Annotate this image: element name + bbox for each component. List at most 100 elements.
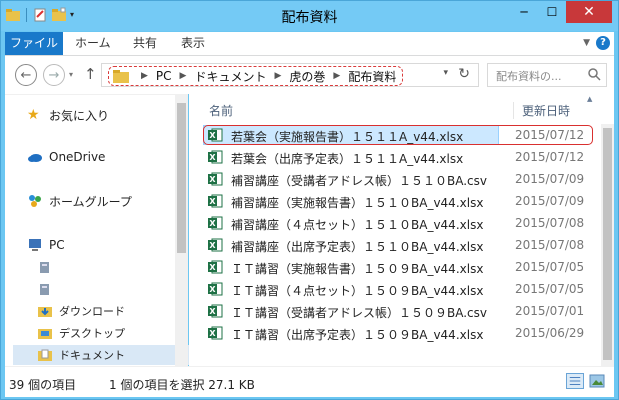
file-row[interactable]: X 補習講座（実施報告書）１５１０BA_v44.xlsx 2015/07/09 bbox=[189, 190, 599, 212]
tab-file[interactable]: ファイル bbox=[5, 32, 63, 55]
file-row[interactable]: X ＩＴ講習（実施報告書）１５０９BA_v44.xlsx 2015/07/05 bbox=[189, 256, 599, 278]
computer-icon bbox=[29, 239, 41, 251]
breadcrumb-pc[interactable]: PC bbox=[156, 69, 172, 83]
file-date: 2015/07/09 bbox=[515, 194, 585, 208]
drive-icon bbox=[40, 284, 49, 295]
file-name: 若葉会（出席予定表）１５１１A_v44.xlsx bbox=[231, 152, 464, 166]
download-folder-icon bbox=[38, 307, 52, 317]
nav-scrollbar-thumb[interactable] bbox=[177, 103, 186, 253]
file-row[interactable]: X ＩＴ講習（受講者アドレス帳）１５０９BA.csv 2015/07/01 bbox=[189, 300, 599, 322]
column-date-modified[interactable]: 更新日時 bbox=[513, 102, 570, 119]
nav-drive-2[interactable] bbox=[37, 279, 59, 299]
breadcrumb-chevron-icon: ▶ bbox=[274, 71, 282, 81]
file-row[interactable]: X 若葉会（実施報告書）１５１１A_v44.xlsx 2015/07/12 bbox=[189, 124, 599, 146]
tab-home[interactable]: ホーム bbox=[75, 32, 111, 55]
explorer-window: ▾ 配布資料 ─ ☐ ✕ ファイル ホーム 共有 表示 ▼ ? ← → ▾ ↑ … bbox=[0, 0, 619, 400]
file-list: X 若葉会（実施報告書）１５１１A_v44.xlsx 2015/07/12 X 若葉会（… bbox=[189, 124, 599, 344]
folder-icon bbox=[113, 70, 129, 83]
navigation-bar: ← → ▾ ↑ ▶ PC ▶ ドキュメント ▶ 虎の巻 ▶ 配布資料 ▾ ↻ 配… bbox=[5, 56, 614, 94]
file-row[interactable]: X ＩＴ講習（４点セット）１５０９BA_v44.xlsx 2015/07/05 bbox=[189, 278, 599, 300]
up-arrow-icon[interactable]: ↑ bbox=[84, 65, 97, 83]
help-icon[interactable]: ? bbox=[596, 36, 610, 50]
file-date: 2015/07/05 bbox=[515, 282, 585, 296]
file-row[interactable]: X ＩＴ講習（出席予定表）１５０９BA_v44.xlsx 2015/06/29 bbox=[189, 322, 599, 344]
minimize-button[interactable]: ─ bbox=[510, 1, 538, 23]
nav-downloads[interactable]: ダウンロード bbox=[37, 301, 125, 321]
homegroup-icon bbox=[29, 195, 41, 207]
forward-button[interactable]: → bbox=[43, 64, 65, 86]
details-view-icon[interactable] bbox=[566, 373, 584, 389]
file-row[interactable]: X 若葉会（出席予定表）１５１１A_v44.xlsx 2015/07/12 bbox=[189, 146, 599, 168]
svg-text:X: X bbox=[209, 197, 216, 206]
title-bar: ▾ 配布資料 ─ ☐ ✕ bbox=[1, 1, 618, 31]
excel-file-icon: X bbox=[208, 238, 223, 252]
file-name: 補習講座（受講者アドレス帳）１５１０BA.csv bbox=[231, 174, 487, 188]
nav-desktop-label: デスクトップ bbox=[59, 327, 125, 340]
desktop-folder-icon bbox=[38, 329, 52, 339]
selection-info: 1 個の項目を選択 27.1 KB bbox=[109, 378, 255, 392]
file-date: 2015/07/12 bbox=[515, 128, 585, 142]
search-icon[interactable] bbox=[587, 67, 601, 81]
nav-favorites-label: お気に入り bbox=[49, 108, 110, 123]
refresh-icon[interactable]: ↻ bbox=[458, 66, 470, 82]
file-name: 若葉会（実施報告書）１５１１A_v44.xlsx bbox=[231, 130, 464, 144]
tab-view[interactable]: 表示 bbox=[181, 32, 205, 55]
column-name[interactable]: 名前 bbox=[209, 102, 233, 119]
breadcrumb-documents[interactable]: ドキュメント bbox=[194, 68, 266, 85]
breadcrumb-toranomaki[interactable]: 虎の巻 bbox=[289, 68, 325, 85]
breadcrumb-chevron-icon: ▶ bbox=[333, 71, 341, 81]
recent-locations-icon[interactable]: ▾ bbox=[69, 70, 73, 79]
search-placeholder: 配布資料の... bbox=[496, 70, 562, 83]
breadcrumb-handouts[interactable]: 配布資料 bbox=[348, 68, 396, 85]
excel-file-icon: X bbox=[208, 326, 223, 340]
file-name: ＩＴ講習（出席予定表）１５０９BA_v44.xlsx bbox=[231, 328, 484, 342]
file-name: 補習講座（４点セット）１５１０BA_v44.xlsx bbox=[231, 218, 484, 232]
svg-text:X: X bbox=[209, 263, 216, 272]
nav-scrollbar[interactable] bbox=[175, 95, 188, 367]
file-name: 補習講座（出席予定表）１５１０BA_v44.xlsx bbox=[231, 240, 484, 254]
status-bar: 39 個の項目 1 個の項目を選択 27.1 KB bbox=[5, 366, 614, 397]
excel-file-icon: X bbox=[208, 172, 223, 186]
tab-share[interactable]: 共有 bbox=[133, 32, 157, 55]
breadcrumb: ▶ PC ▶ ドキュメント ▶ 虎の巻 ▶ 配布資料 bbox=[108, 66, 404, 86]
file-name: ＩＴ講習（受講者アドレス帳）１５０９BA.csv bbox=[231, 306, 487, 320]
excel-file-icon: X bbox=[208, 260, 223, 274]
nav-documents[interactable]: ドキュメント bbox=[13, 345, 199, 365]
breadcrumb-chevron-icon: ▶ bbox=[179, 71, 187, 81]
file-date: 2015/07/01 bbox=[515, 304, 585, 318]
nav-onedrive-label: OneDrive bbox=[49, 150, 106, 164]
back-button[interactable]: ← bbox=[15, 64, 37, 86]
file-row[interactable]: X 補習講座（出席予定表）１５１０BA_v44.xlsx 2015/07/08 bbox=[189, 234, 599, 256]
file-name: ＩＴ講習（４点セット）１５０９BA_v44.xlsx bbox=[231, 284, 484, 298]
address-bar[interactable]: ▶ PC ▶ ドキュメント ▶ 虎の巻 ▶ 配布資料 ▾ ↻ bbox=[101, 63, 479, 87]
nav-desktop[interactable]: デスクトップ bbox=[37, 323, 125, 343]
file-scrollbar-thumb[interactable] bbox=[603, 128, 612, 360]
file-date: 2015/07/08 bbox=[515, 216, 585, 230]
expand-ribbon-icon[interactable]: ▼ bbox=[583, 38, 590, 48]
excel-file-icon: X bbox=[208, 194, 223, 208]
excel-file-icon: X bbox=[208, 150, 223, 164]
file-date: 2015/07/12 bbox=[515, 150, 585, 164]
nav-homegroup-label: ホームグループ bbox=[49, 194, 132, 209]
nav-favorites[interactable]: ★ お気に入り bbox=[27, 105, 109, 125]
nav-drive-1[interactable] bbox=[37, 257, 59, 277]
navigation-pane: ★ お気に入り OneDrive ホームグループ PC ダウンロード デスクトッ… bbox=[5, 94, 199, 367]
file-row[interactable]: X 補習講座（４点セット）１５１０BA_v44.xlsx 2015/07/08 bbox=[189, 212, 599, 234]
address-dropdown-icon[interactable]: ▾ bbox=[443, 68, 448, 78]
nav-pc[interactable]: PC bbox=[27, 235, 65, 255]
nav-homegroup[interactable]: ホームグループ bbox=[27, 191, 132, 211]
excel-file-icon: X bbox=[208, 304, 223, 318]
close-button[interactable]: ✕ bbox=[566, 1, 612, 23]
search-input[interactable]: 配布資料の... bbox=[487, 63, 607, 87]
file-row[interactable]: X 補習講座（受講者アドレス帳）１５１０BA.csv 2015/07/09 bbox=[189, 168, 599, 190]
excel-file-icon: X bbox=[208, 216, 223, 230]
nav-onedrive[interactable]: OneDrive bbox=[27, 147, 105, 167]
svg-text:X: X bbox=[209, 153, 216, 162]
excel-file-icon: X bbox=[208, 128, 223, 142]
svg-text:X: X bbox=[209, 175, 216, 184]
file-scrollbar[interactable] bbox=[601, 124, 614, 366]
maximize-button[interactable]: ☐ bbox=[538, 1, 566, 23]
large-icons-view-icon[interactable] bbox=[588, 373, 606, 389]
star-icon: ★ bbox=[27, 107, 40, 123]
file-list-pane: 名前 ▲ 更新日時 X 若葉会（実施報告書）１５１１A_v44.xlsx 2015/… bbox=[189, 94, 614, 366]
